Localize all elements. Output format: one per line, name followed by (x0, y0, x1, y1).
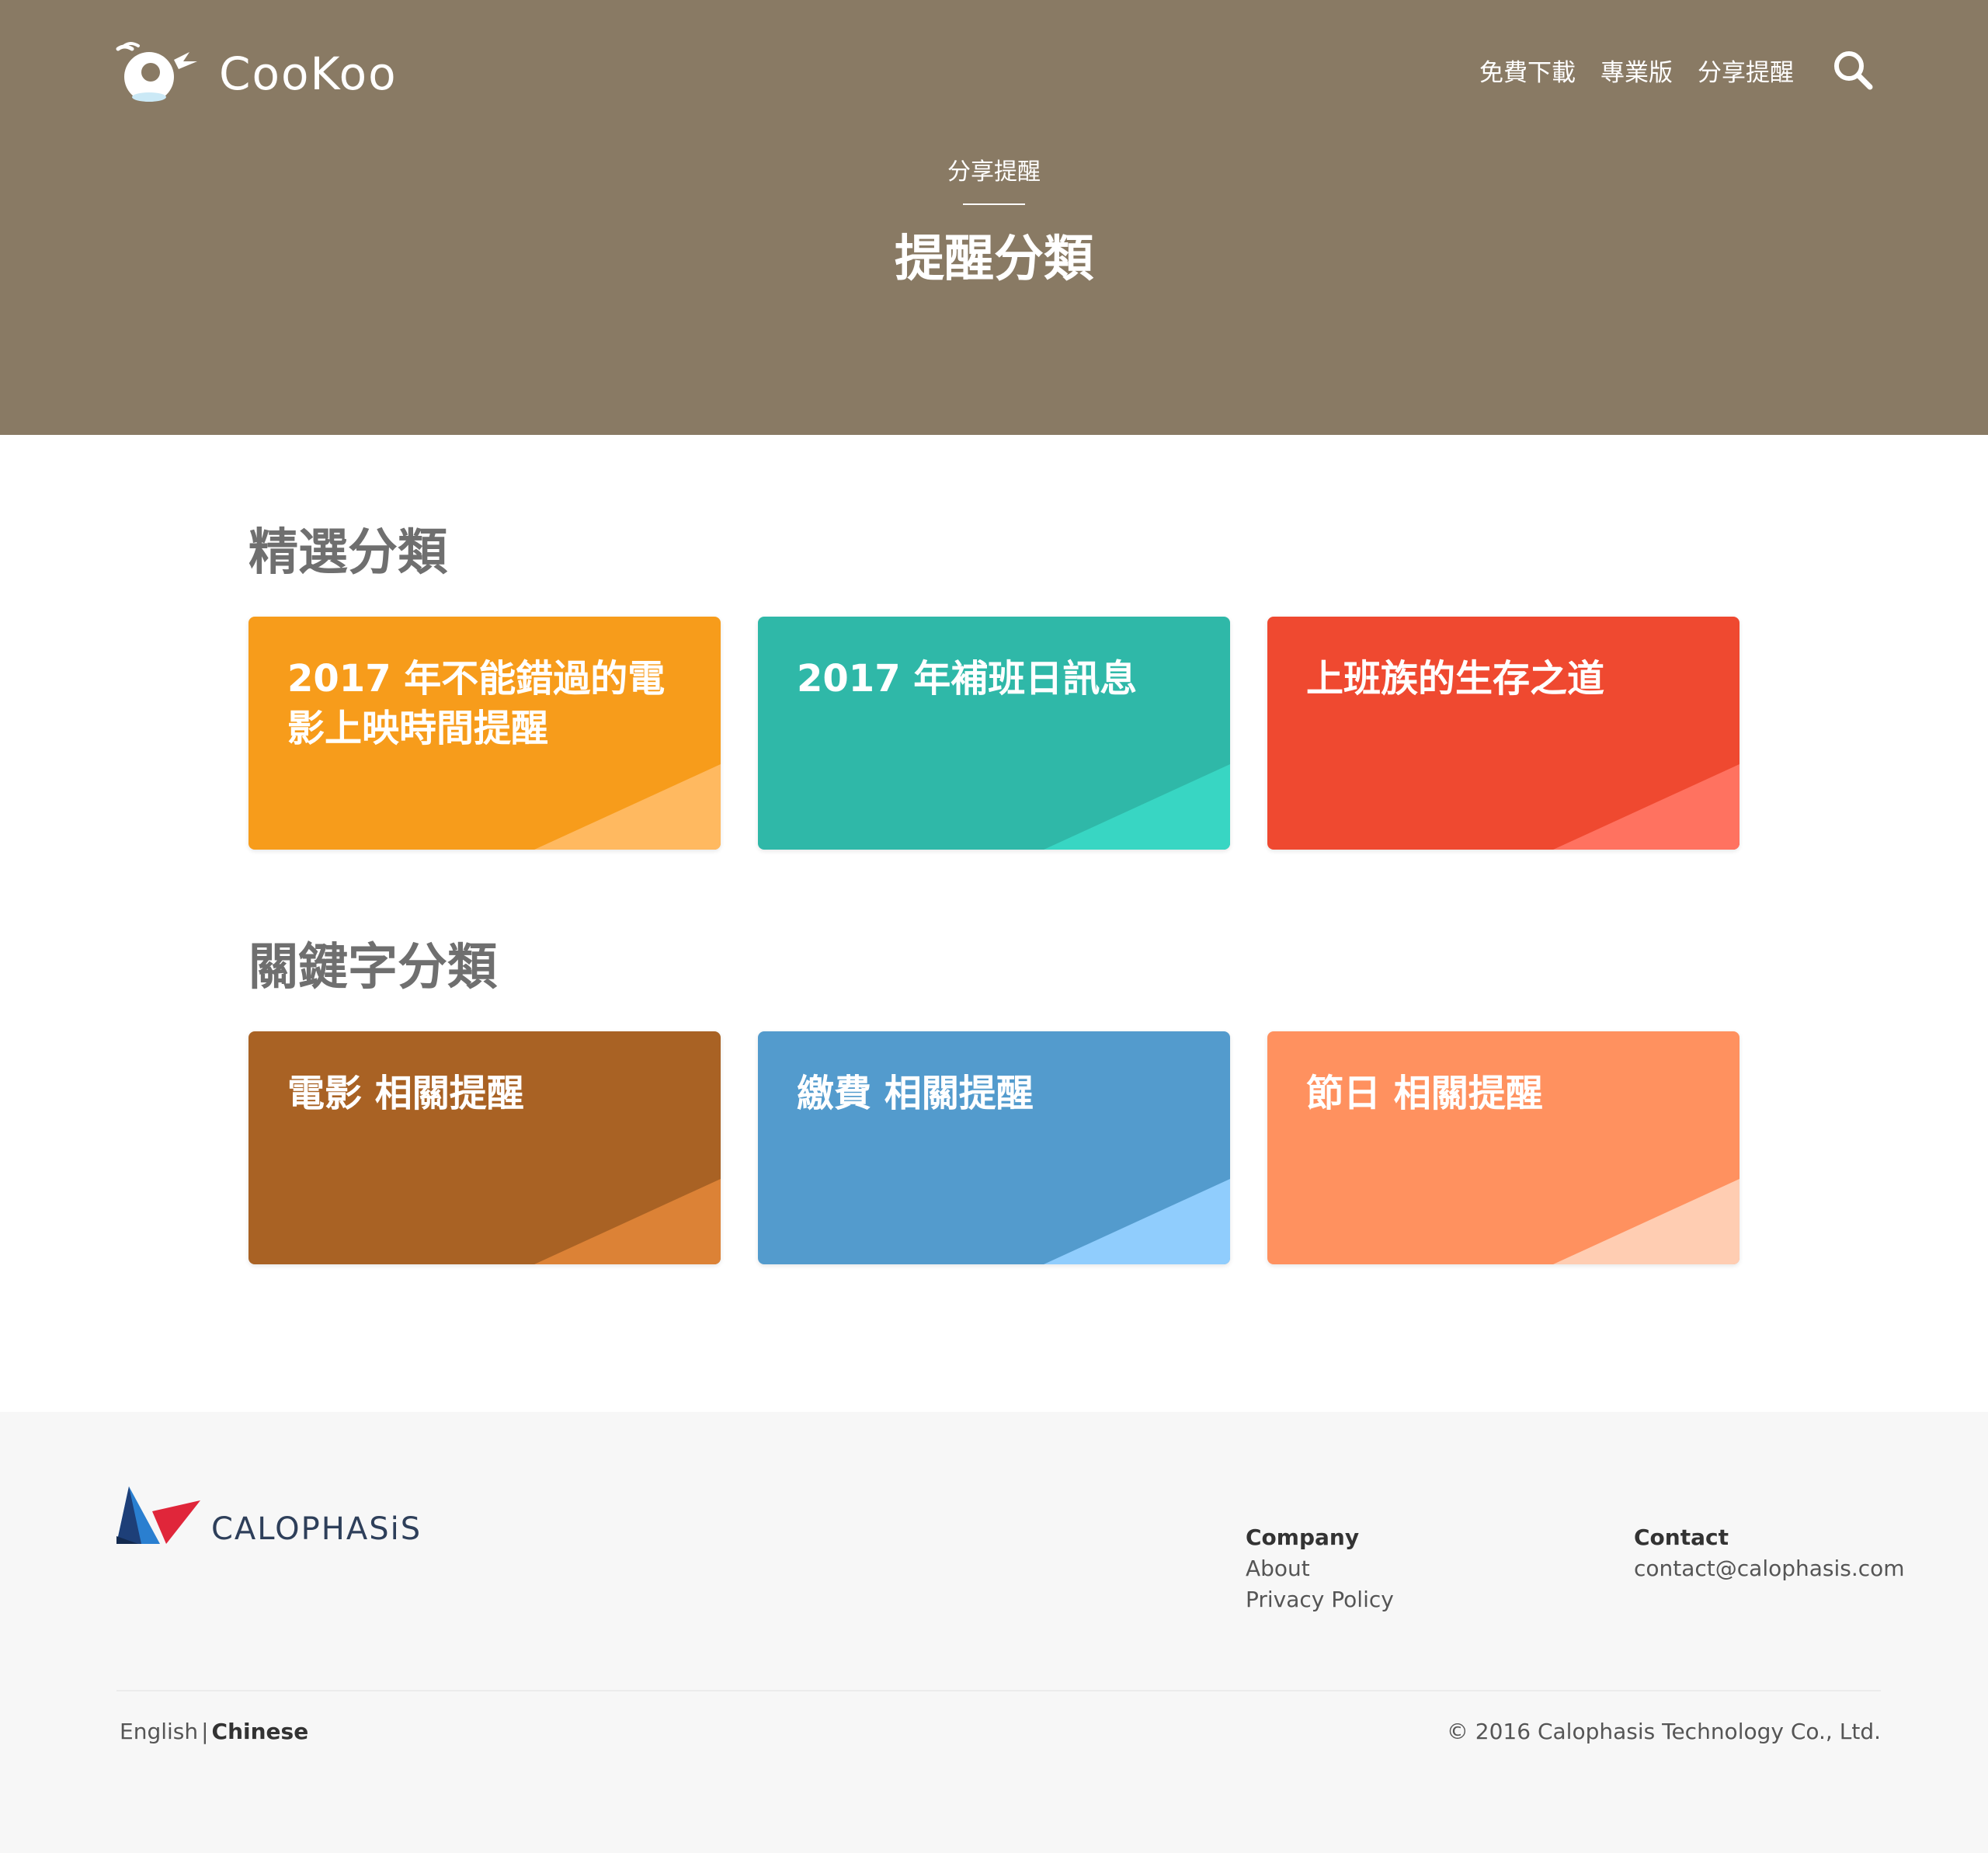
card-title: 2017 年補班日訊息 (797, 657, 1138, 701)
footer-divider (116, 1690, 1881, 1691)
card-accent (534, 764, 721, 850)
company-logo-text: CALOPHASiS (211, 1511, 422, 1547)
footer-company-column: Company About Privacy Policy (1246, 1522, 1394, 1615)
featured-card-office-survival[interactable]: 上班族的生存之道 (1267, 617, 1740, 850)
hero-header: CooKoo 免費下載 專業版 分享提醒 分享提醒 提醒分類 (0, 0, 1988, 435)
breadcrumb: 分享提醒 (947, 158, 1041, 186)
copyright: © 2016 Calophasis Technology Co., Ltd. (1446, 1719, 1881, 1744)
language-separator: | (201, 1719, 209, 1744)
contact-heading: Contact (1634, 1524, 1729, 1550)
card-title: 電影 相關提醒 (287, 1072, 524, 1115)
about-link[interactable]: About (1246, 1553, 1394, 1584)
privacy-policy-link[interactable]: Privacy Policy (1246, 1584, 1394, 1615)
page: CooKoo 免費下載 專業版 分享提醒 分享提醒 提醒分類 精選分類 2017… (0, 0, 1988, 1853)
nav-share-reminders[interactable]: 分享提醒 (1698, 53, 1794, 88)
nav-pro[interactable]: 專業版 (1600, 53, 1673, 88)
keyword-card-movies[interactable]: 電影 相關提醒 (248, 1031, 721, 1264)
nav-download[interactable]: 免費下載 (1479, 53, 1576, 88)
language-english[interactable]: English (120, 1719, 198, 1744)
card-title: 上班族的生存之道 (1306, 657, 1605, 701)
language-switcher: English | Chinese (120, 1712, 308, 1752)
card-accent (1553, 1179, 1740, 1264)
keyword-card-payments[interactable]: 繳費 相關提醒 (758, 1031, 1230, 1264)
card-accent (1044, 1179, 1230, 1264)
card-title: 2017 年不能錯過的電影上映時間提醒 (287, 657, 666, 750)
keyword-card-holidays[interactable]: 節日 相關提醒 (1267, 1031, 1740, 1264)
card-accent (1553, 764, 1740, 850)
footer: CALOPHASiS Company About Privacy Policy … (0, 1412, 1988, 1853)
keywords-heading: 關鍵字分類 (248, 939, 497, 996)
bird-eye-icon (116, 42, 197, 102)
footer-contact-column: Contact contact@calophasis.com (1634, 1522, 1905, 1584)
featured-card-workdays[interactable]: 2017 年補班日訊息 (758, 617, 1230, 850)
card-accent (534, 1179, 721, 1264)
cookoo-logo[interactable]: CooKoo (113, 39, 398, 109)
contact-email-link[interactable]: contact@calophasis.com (1634, 1553, 1905, 1584)
featured-card-movies[interactable]: 2017 年不能錯過的電影上映時間提醒 (248, 617, 721, 850)
company-heading: Company (1246, 1524, 1360, 1550)
search-icon[interactable] (1831, 48, 1875, 92)
card-accent (1044, 764, 1230, 850)
calophasis-bird-icon (116, 1486, 200, 1544)
featured-heading: 精選分類 (248, 524, 447, 582)
top-nav: 免費下載 專業版 分享提醒 (1479, 45, 1875, 95)
card-title: 節日 相關提醒 (1306, 1072, 1543, 1115)
featured-cards: 2017 年不能錯過的電影上映時間提醒 2017 年補班日訊息 上班族的生存之道 (248, 617, 1740, 850)
calophasis-logo[interactable]: CALOPHASiS (115, 1485, 422, 1549)
page-title: 提醒分類 (895, 231, 1093, 288)
brand-name: CooKoo (219, 47, 398, 100)
language-chinese[interactable]: Chinese (212, 1719, 309, 1744)
card-title: 繳費 相關提醒 (797, 1072, 1034, 1115)
title-divider (963, 203, 1025, 205)
keyword-cards: 電影 相關提醒 繳費 相關提醒 節日 相關提醒 (248, 1031, 1740, 1264)
